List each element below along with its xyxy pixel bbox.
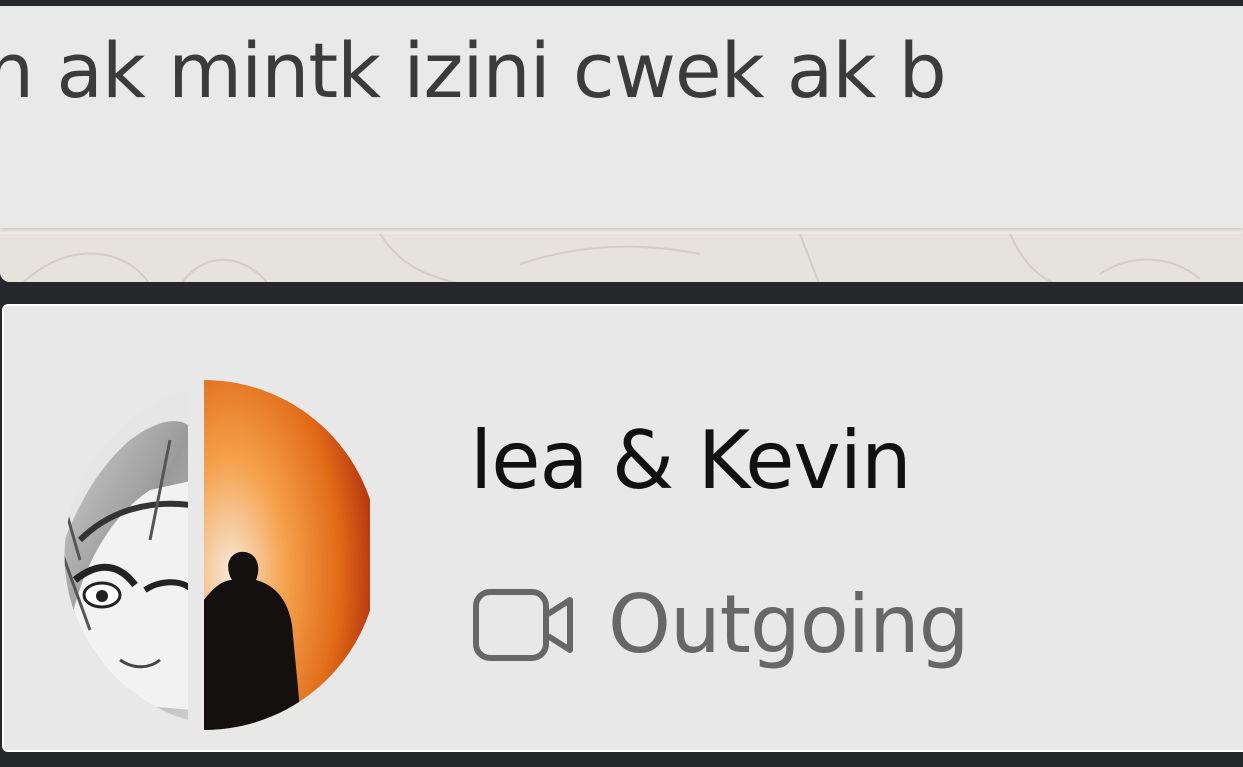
- chat-wallpaper: [0, 234, 1243, 282]
- call-log-item[interactable]: lea & Kevin Outgoing: [2, 304, 1243, 752]
- avatar-left-image: [64, 390, 188, 720]
- call-status-text: Outgoing: [608, 578, 969, 671]
- call-status: Outgoing: [472, 578, 969, 671]
- contact-name: lea & Kevin: [470, 414, 912, 507]
- video-camera-icon: [473, 588, 573, 661]
- message-text: n ak mintk izini cwek ak b: [0, 26, 947, 115]
- avatar-right-image: [204, 380, 370, 730]
- screen: n ak mintk izini cwek ak b lea & Kevin O…: [0, 0, 1243, 767]
- message-bubble[interactable]: n ak mintk izini cwek ak b: [0, 6, 1243, 228]
- chat-area: n ak mintk izini cwek ak b: [0, 6, 1243, 282]
- group-avatar: [64, 380, 370, 730]
